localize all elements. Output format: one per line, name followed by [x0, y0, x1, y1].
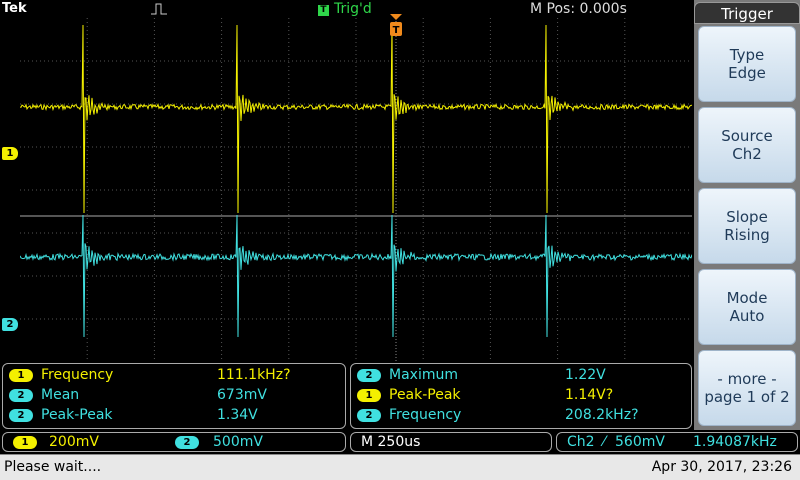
rising-edge-icon: [151, 3, 167, 15]
vertical-scale-readout[interactable]: 1 200mV 2 500mV: [2, 432, 346, 452]
horizontal-position: M Pos: 0.000s: [530, 1, 627, 17]
trigger-source-button[interactable]: Source Ch2: [698, 107, 796, 183]
graticule: [20, 18, 692, 362]
trigger-mode-button[interactable]: Mode Auto: [698, 269, 796, 345]
trigger-state-badge: T: [318, 5, 329, 16]
measurement-row: 2 Maximum 1.22V: [357, 366, 697, 384]
button-value: Auto: [729, 307, 765, 325]
button-value: Edge: [728, 64, 766, 82]
measurement-value: 1.14V?: [565, 387, 614, 403]
measurement-row: 1 Frequency 111.1kHz?: [9, 366, 351, 384]
timebase-readout[interactable]: M 250us: [350, 432, 552, 452]
ch1-scale: 200mV: [49, 434, 99, 450]
button-label: Slope: [726, 208, 768, 226]
trigger-slope-icon: ⁄: [603, 434, 606, 450]
measurement-name: Peak-Peak: [389, 387, 461, 403]
ch2-ground-marker[interactable]: 2: [2, 318, 18, 331]
button-label: - more -: [717, 370, 777, 388]
trigger-side-menu: Trigger Type Edge Source Ch2 Slope Risin…: [694, 0, 800, 430]
trigger-frequency: 1.94087kHz: [693, 434, 777, 450]
measurement-value: 1.34V: [217, 407, 258, 423]
trigger-marker-label: T: [393, 25, 400, 36]
trigger-source: Ch2: [567, 434, 595, 450]
trigger-status: T Trig'd: [318, 0, 372, 18]
ch1-badge: 1: [13, 436, 37, 449]
button-label: Mode: [726, 289, 768, 307]
button-label: Type: [729, 46, 765, 64]
timebase-value: M 250us: [361, 434, 421, 450]
channel-badge: 2: [9, 389, 33, 402]
channel-badge: 1: [9, 369, 33, 382]
button-value: Ch2: [732, 145, 762, 163]
measurement-row: 1 Peak-Peak 1.14V?: [357, 386, 697, 404]
ch2-badge: 2: [175, 436, 199, 449]
button-value: Rising: [724, 226, 770, 244]
measurement-value: 208.2kHz?: [565, 407, 639, 423]
top-status-bar: Tek T Trig'd M Pos: 0.000s: [0, 0, 694, 18]
measurement-name: Frequency: [41, 367, 114, 383]
measurement-row: 2 Peak-Peak 1.34V: [9, 406, 351, 424]
ch1-ground-marker[interactable]: 1: [2, 147, 18, 160]
measurement-value: 1.22V: [565, 367, 606, 383]
channel-badge: 1: [357, 389, 381, 402]
measurement-row: 2 Frequency 208.2kHz?: [357, 406, 697, 424]
trigger-slope-button[interactable]: Slope Rising: [698, 188, 796, 264]
measurement-name: Frequency: [389, 407, 462, 423]
measurement-value: 673mV: [217, 387, 267, 403]
status-message: Please wait....: [4, 459, 102, 475]
channel-badge: 2: [9, 409, 33, 422]
trigger-level: 560mV: [615, 434, 665, 450]
channel-badge: 2: [357, 409, 381, 422]
waveform-display[interactable]: [20, 18, 692, 362]
brand-logo: Tek: [2, 1, 27, 16]
measurements-panel-left[interactable]: 1 Frequency 111.1kHz? 2 Mean 673mV 2 Pea…: [2, 363, 346, 429]
button-value: page 1 of 2: [704, 388, 790, 406]
trigger-position-marker[interactable]: T: [388, 14, 404, 40]
channel-badge: 2: [357, 369, 381, 382]
measurement-name: Mean: [41, 387, 80, 403]
trigger-readout[interactable]: Ch2 ⁄ 560mV 1.94087kHz: [556, 432, 798, 452]
measurement-name: Maximum: [389, 367, 458, 383]
measurements-panel-right[interactable]: 2 Maximum 1.22V 1 Peak-Peak 1.14V? 2 Fre…: [350, 363, 692, 429]
ch2-scale: 500mV: [213, 434, 263, 450]
trigger-state-label: Trig'd: [334, 1, 372, 17]
status-bar: Please wait.... Apr 30, 2017, 23:26: [0, 454, 800, 480]
measurement-name: Peak-Peak: [41, 407, 113, 423]
measurement-value: 111.1kHz?: [217, 367, 291, 383]
date-time: Apr 30, 2017, 23:26: [651, 459, 792, 475]
button-label: Source: [721, 127, 773, 145]
side-menu-title: Trigger: [694, 2, 800, 24]
more-page-button[interactable]: - more - page 1 of 2: [698, 350, 796, 426]
measurement-row: 2 Mean 673mV: [9, 386, 351, 404]
trigger-type-button[interactable]: Type Edge: [698, 26, 796, 102]
